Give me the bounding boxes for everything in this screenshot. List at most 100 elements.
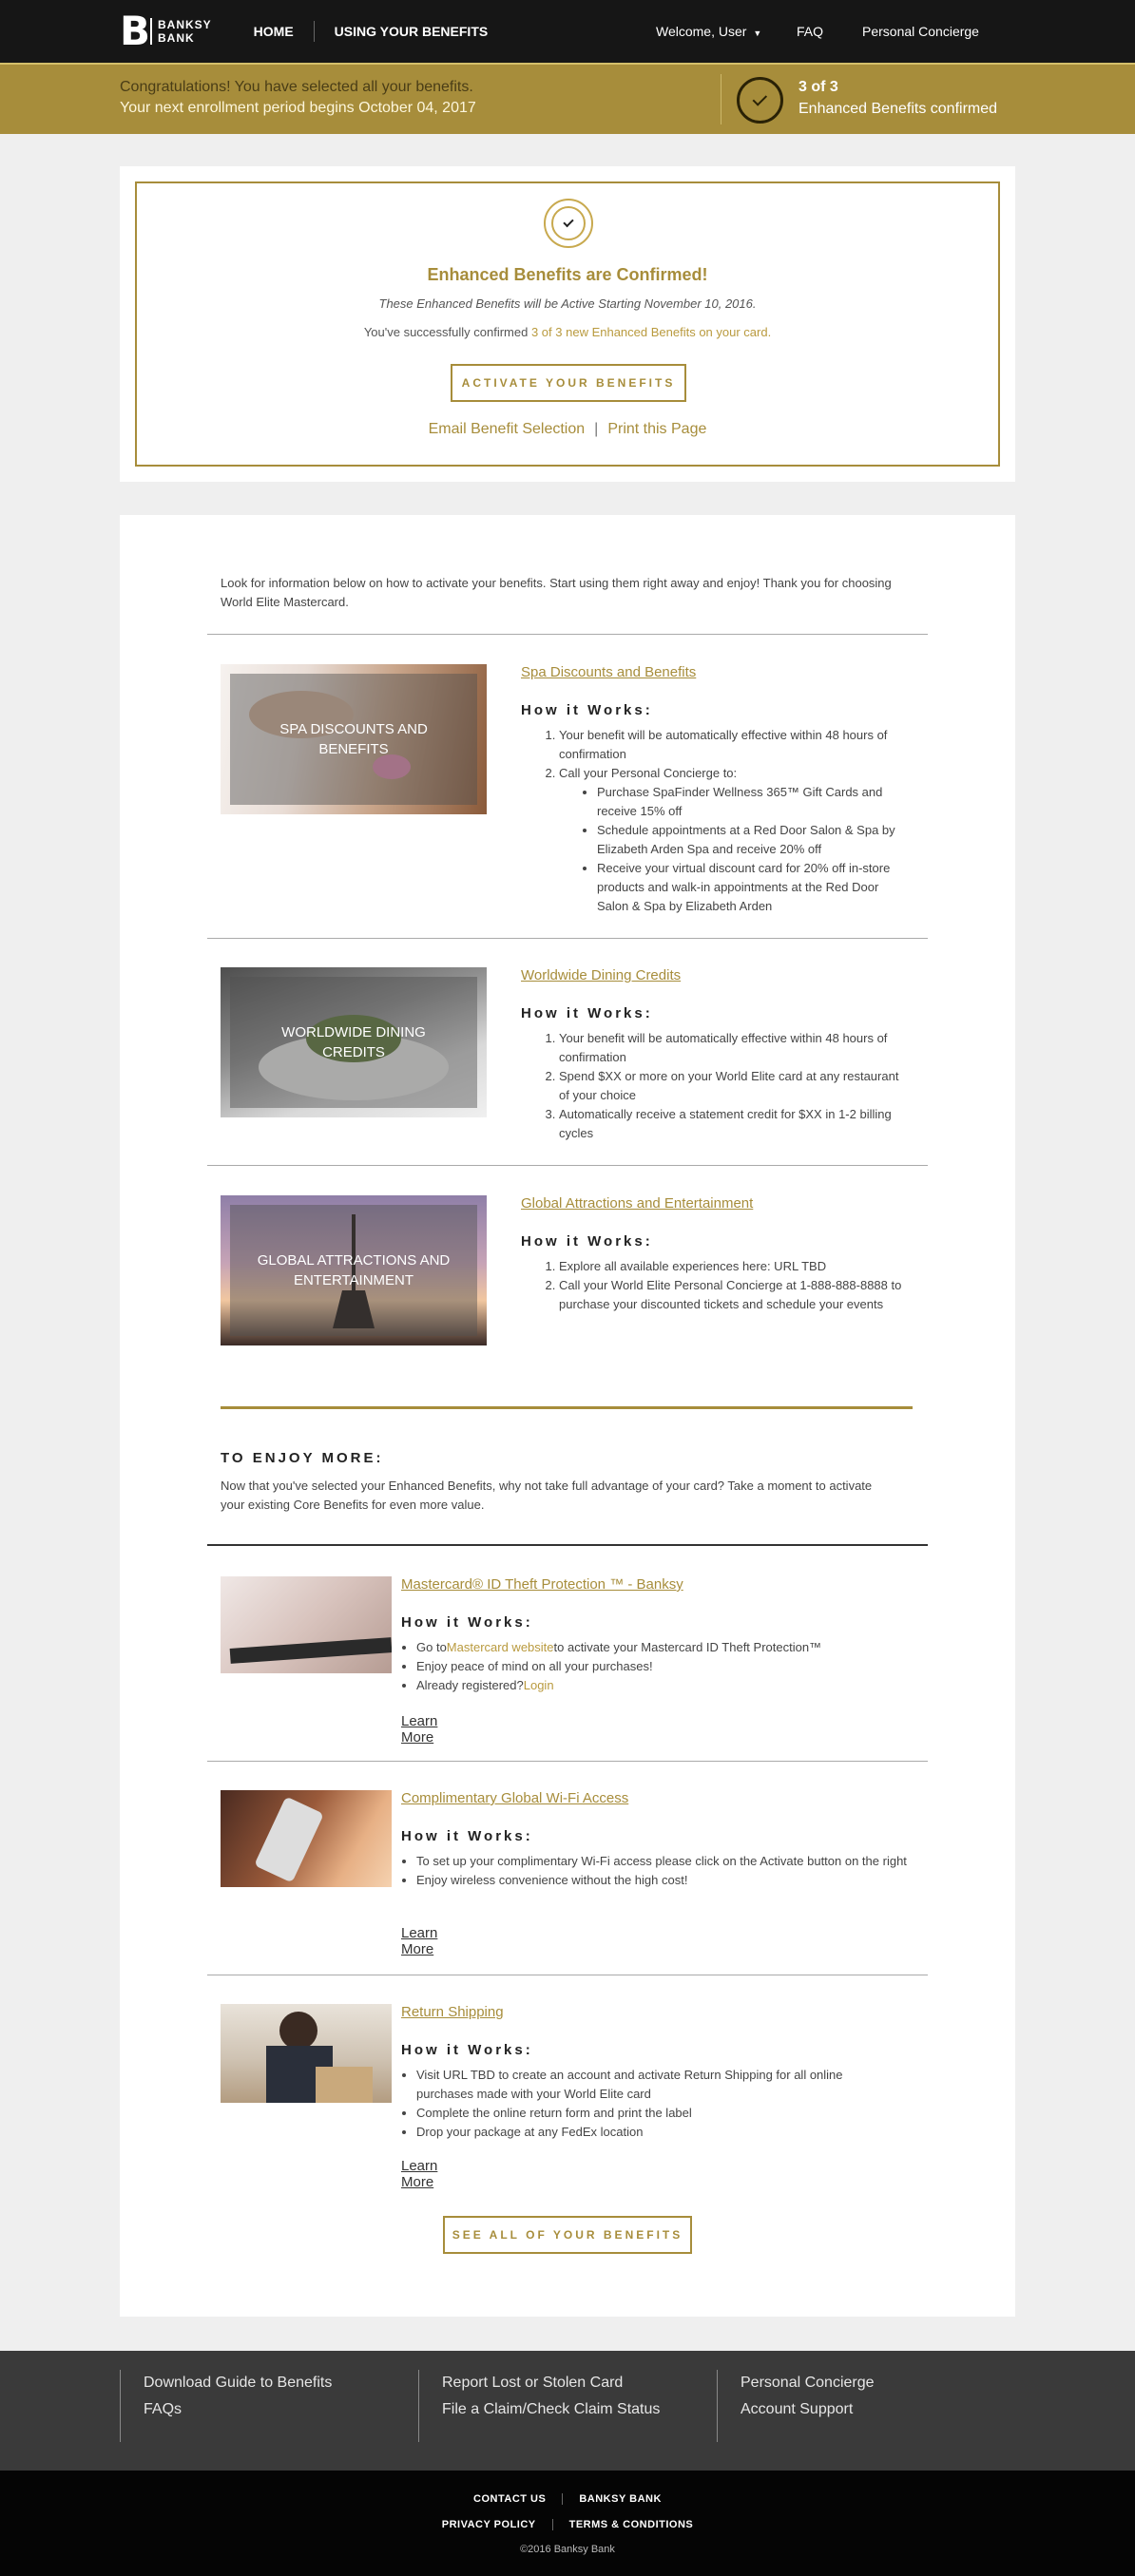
attractions-step: Call your World Elite Personal Concierge…	[559, 1276, 911, 1314]
attractions-steps: Explore all available experiences here: …	[521, 1257, 911, 1314]
checkmark-circle-icon	[737, 77, 783, 124]
return-shipping-learn-more-link[interactable]: Learn More	[401, 2158, 437, 2190]
attractions-image-caption: GLOBAL ATTRACTIONS AND ENTERTAINMENT	[230, 1205, 477, 1336]
bullet-text: Already registered?	[416, 1678, 524, 1692]
wifi-how-it-works-heading: How it Works:	[401, 1828, 533, 1844]
spa-benefit-title-link[interactable]: Spa Discounts and Benefits	[521, 664, 696, 680]
footer-column-3: Personal Concierge Account Support	[717, 2370, 1002, 2442]
wifi-bullet: Enjoy wireless convenience without the h…	[416, 1871, 914, 1890]
wifi-learn-more-link[interactable]: Learn More	[401, 1925, 437, 1957]
welcome-user-label: Welcome, User	[656, 24, 747, 39]
download-guide-link[interactable]: Download Guide to Benefits	[144, 2370, 405, 2396]
spa-step-text: Call your Personal Concierge to:	[559, 766, 738, 780]
footer-links: Download Guide to Benefits FAQs Report L…	[0, 2351, 1135, 2471]
enjoy-more-text: Now that you've selected your Enhanced B…	[221, 1479, 873, 1512]
see-all-benefits-button[interactable]: SEE ALL OF YOUR BENEFITS	[443, 2216, 692, 2254]
footer-row-2: PRIVACY POLICY TERMS & CONDITIONS	[0, 2519, 1135, 2530]
return-shipping-image	[221, 2004, 392, 2103]
id-theft-bullet: Go toMastercard websiteto activate your …	[416, 1638, 933, 1657]
footer-row-1: CONTACT US BANKSY BANK	[0, 2493, 1135, 2505]
section-divider	[207, 1761, 928, 1762]
id-theft-bullet: Enjoy peace of mind on all your purchase…	[416, 1657, 933, 1676]
attractions-how-it-works-heading: How it Works:	[521, 1233, 653, 1250]
return-shipping-bullets: Visit URL TBD to create an account and a…	[401, 2066, 895, 2142]
id-theft-image	[221, 1576, 392, 1673]
dining-benefit-title-link[interactable]: Worldwide Dining Credits	[521, 967, 681, 983]
nav-personal-concierge-link[interactable]: Personal Concierge	[862, 24, 979, 39]
footer-bottom: CONTACT US BANKSY BANK PRIVACY POLICY TE…	[0, 2471, 1135, 2576]
wifi-bullets: To set up your complimentary Wi-Fi acces…	[401, 1852, 914, 1890]
intro-text: Look for information below on how to act…	[221, 576, 892, 609]
section-divider	[207, 634, 928, 635]
spa-how-it-works-heading: How it Works:	[521, 702, 653, 718]
link-separator: |	[594, 421, 599, 437]
spa-step: Your benefit will be automatically effec…	[559, 726, 911, 764]
attractions-step: Explore all available experiences here: …	[559, 1257, 911, 1276]
bullet-text: Go to	[416, 1640, 447, 1654]
footer-separator	[551, 2519, 553, 2530]
return-shipping-how-it-works-heading: How it Works:	[401, 2042, 533, 2058]
footer-personal-concierge-link[interactable]: Personal Concierge	[741, 2370, 1002, 2396]
dining-image-caption: WORLDWIDE DINING CREDITS	[230, 977, 477, 1108]
phone-shape	[254, 1796, 324, 1883]
contact-us-link[interactable]: CONTACT US	[473, 2493, 546, 2505]
banksy-bank-link[interactable]: BANKSY BANK	[579, 2493, 662, 2505]
print-page-link[interactable]: Print this Page	[607, 421, 706, 437]
benefits-confirmed-label: Enhanced Benefits confirmed	[798, 101, 998, 117]
section-divider	[207, 938, 928, 939]
return-shipping-title-link[interactable]: Return Shipping	[401, 2004, 504, 2020]
enrollment-status-banner: Congratulations! You have selected all y…	[0, 63, 1135, 134]
dining-image: WORLDWIDE DINING CREDITS	[221, 967, 487, 1117]
spa-image-caption: SPA DISCOUNTS AND BENEFITS	[230, 674, 477, 805]
enjoy-more-heading: TO ENJOY MORE:	[221, 1450, 384, 1466]
spa-substep: Purchase SpaFinder Wellness 365™ Gift Ca…	[597, 783, 911, 821]
spa-substep: Schedule appointments at a Red Door Salo…	[597, 821, 911, 859]
return-shipping-bullet: Visit URL TBD to create an account and a…	[416, 2066, 895, 2104]
spa-image: SPA DISCOUNTS AND BENEFITS	[221, 664, 487, 814]
return-shipping-bullet: Drop your package at any FedEx location	[416, 2123, 895, 2142]
email-benefit-selection-link[interactable]: Email Benefit Selection	[429, 421, 586, 437]
attractions-benefit-title-link[interactable]: Global Attractions and Entertainment	[521, 1195, 753, 1212]
spa-substep: Receive your virtual discount card for 2…	[597, 859, 911, 916]
terms-conditions-link[interactable]: TERMS & CONDITIONS	[569, 2519, 694, 2530]
confirmation-active-date: These Enhanced Benefits will be Active S…	[378, 296, 757, 311]
banner-enrollment-text: Your next enrollment period begins Octob…	[120, 100, 476, 116]
spa-step: Call your Personal Concierge to: Purchas…	[559, 764, 911, 916]
confirmation-card-border: Enhanced Benefits are Confirmed! These E…	[135, 181, 1000, 467]
dining-step: Spend $XX or more on your World Elite ca…	[559, 1067, 911, 1105]
login-link[interactable]: Login	[524, 1678, 554, 1692]
id-theft-bullet: Already registered?Login	[416, 1676, 933, 1695]
gold-section-divider	[221, 1406, 913, 1409]
mastercard-website-link[interactable]: Mastercard website	[447, 1640, 554, 1654]
nav-faq-link[interactable]: FAQ	[797, 24, 823, 39]
copyright-text: ©2016 Banksy Bank	[520, 2544, 615, 2555]
faqs-link[interactable]: FAQs	[144, 2396, 405, 2423]
file-claim-link[interactable]: File a Claim/Check Claim Status	[442, 2396, 703, 2423]
id-theft-bullets: Go toMastercard websiteto activate your …	[401, 1638, 933, 1695]
confirmation-line-highlight: 3 of 3 new Enhanced Benefits on your car…	[530, 325, 772, 339]
banner-congrats-text: Congratulations! You have selected all y…	[120, 79, 473, 95]
top-nav-bar: B BANKSY BANK HOME USING YOUR BENEFITS W…	[0, 0, 1135, 63]
account-support-link[interactable]: Account Support	[741, 2396, 1002, 2423]
chevron-down-icon: ▼	[753, 29, 762, 38]
privacy-policy-link[interactable]: PRIVACY POLICY	[442, 2519, 536, 2530]
banner-message: Congratulations! You have selected all y…	[120, 77, 476, 119]
person-head-shape	[279, 2012, 317, 2050]
section-divider	[207, 1165, 928, 1166]
wifi-title-link[interactable]: Complimentary Global Wi-Fi Access	[401, 1790, 628, 1806]
dining-how-it-works-heading: How it Works:	[521, 1005, 653, 1021]
id-theft-learn-more-link[interactable]: Learn More	[401, 1713, 437, 1746]
confirmed-seal-icon	[544, 199, 593, 248]
spa-steps: Your benefit will be automatically effec…	[521, 726, 911, 916]
return-shipping-bullet: Complete the online return form and prin…	[416, 2104, 895, 2123]
confirmation-count-line: You've successfully confirmed 3 of 3 new…	[137, 325, 998, 339]
report-lost-card-link[interactable]: Report Lost or Stolen Card	[442, 2370, 703, 2396]
id-theft-how-it-works-heading: How it Works:	[401, 1614, 533, 1631]
welcome-user-dropdown[interactable]: Welcome, User ▼	[656, 24, 761, 39]
footer-column-2: Report Lost or Stolen Card File a Claim/…	[418, 2370, 703, 2442]
confirmation-line-prefix: You've successfully confirmed	[363, 325, 531, 339]
footer-separator	[562, 2493, 564, 2505]
benefits-content-card: Look for information below on how to act…	[120, 515, 1015, 2317]
id-theft-title-link[interactable]: Mastercard® ID Theft Protection ™ - Bank…	[401, 1576, 683, 1593]
activate-benefits-button[interactable]: ACTIVATE YOUR BENEFITS	[451, 364, 686, 402]
